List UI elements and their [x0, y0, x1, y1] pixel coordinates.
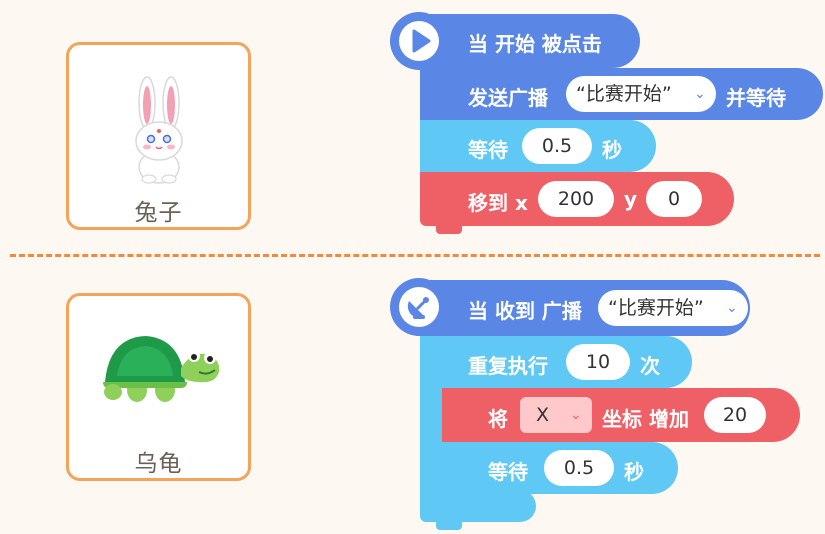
hat-icon-circle — [390, 12, 448, 70]
hat-label: 当 开始 被点击 — [468, 32, 602, 56]
wait-unit: 秒 — [602, 138, 622, 162]
goto-y-input[interactable]: 0 — [646, 181, 702, 217]
sprite-name-turtle: 乌龟 — [134, 451, 183, 477]
sprite-name-rabbit: 兔子 — [134, 200, 183, 226]
chevron-down-icon: ⌄ — [694, 86, 706, 102]
turtle-image — [103, 336, 220, 402]
block-wait[interactable]: 等待 0.5 秒 — [420, 120, 656, 172]
goto-prefix: 移到 x — [468, 191, 528, 215]
section-divider — [10, 254, 820, 257]
repeat-count-input[interactable]: 10 — [566, 344, 630, 380]
event-hat-when-start-clicked[interactable]: 当 开始 被点击 — [416, 14, 640, 68]
chevron-down-icon: ⌄ — [570, 407, 582, 423]
repeat-arm — [420, 388, 442, 490]
repeat-bottom — [420, 490, 536, 522]
block-wait[interactable]: 等待 0.5 秒 — [442, 442, 678, 494]
block-change-x[interactable]: 将 X ⌄ 坐标 增加 20 — [442, 388, 800, 442]
broadcast-prefix: 发送广播 — [468, 86, 548, 110]
goto-y-label: y — [624, 187, 638, 211]
rabbit-image — [135, 76, 183, 184]
hat-icon-circle — [390, 278, 448, 336]
sprite-card-turtle[interactable]: 乌龟 — [66, 293, 251, 481]
broadcast-message-dropdown[interactable]: “比赛开始” ⌄ — [566, 76, 716, 112]
event-hat-when-receive-broadcast[interactable]: 当 收到 广播 “比赛开始” ⌄ — [416, 280, 750, 336]
change-amount-input[interactable]: 20 — [704, 397, 766, 433]
axis-value: X — [536, 404, 550, 426]
chevron-down-icon: ⌄ — [726, 300, 738, 316]
satellite-dish-icon — [407, 297, 429, 319]
block-broadcast-and-wait[interactable]: 发送广播 “比赛开始” ⌄ 并等待 — [420, 68, 823, 120]
axis-dropdown[interactable]: X ⌄ — [520, 397, 592, 433]
broadcast-message: “比赛开始” — [576, 83, 672, 105]
wait-seconds-input[interactable]: 0.5 — [522, 128, 592, 164]
change-middle: 坐标 增加 — [602, 407, 689, 431]
play-icon — [412, 29, 431, 53]
sprite-card-rabbit[interactable]: 兔子 — [66, 42, 251, 230]
change-prefix: 将 — [488, 407, 508, 431]
broadcast-suffix: 并等待 — [726, 86, 786, 110]
repeat-prefix: 重复执行 — [468, 354, 548, 378]
block-notch — [436, 522, 462, 530]
wait-unit: 秒 — [624, 460, 644, 484]
block-goto-xy[interactable]: 移到 x 200 y 0 — [420, 172, 734, 226]
wait-seconds-input[interactable]: 0.5 — [544, 450, 614, 486]
block-notch — [436, 226, 462, 234]
wait-prefix: 等待 — [488, 460, 528, 484]
receive-message: “比赛开始” — [608, 297, 704, 319]
block-repeat[interactable]: 重复执行 10 次 — [420, 336, 692, 388]
repeat-unit: 次 — [640, 354, 660, 378]
goto-x-input[interactable]: 200 — [538, 181, 614, 217]
receive-message-dropdown[interactable]: “比赛开始” ⌄ — [598, 290, 748, 326]
wait-prefix: 等待 — [468, 138, 508, 162]
receive-hat-label: 当 收到 广播 — [468, 299, 582, 323]
